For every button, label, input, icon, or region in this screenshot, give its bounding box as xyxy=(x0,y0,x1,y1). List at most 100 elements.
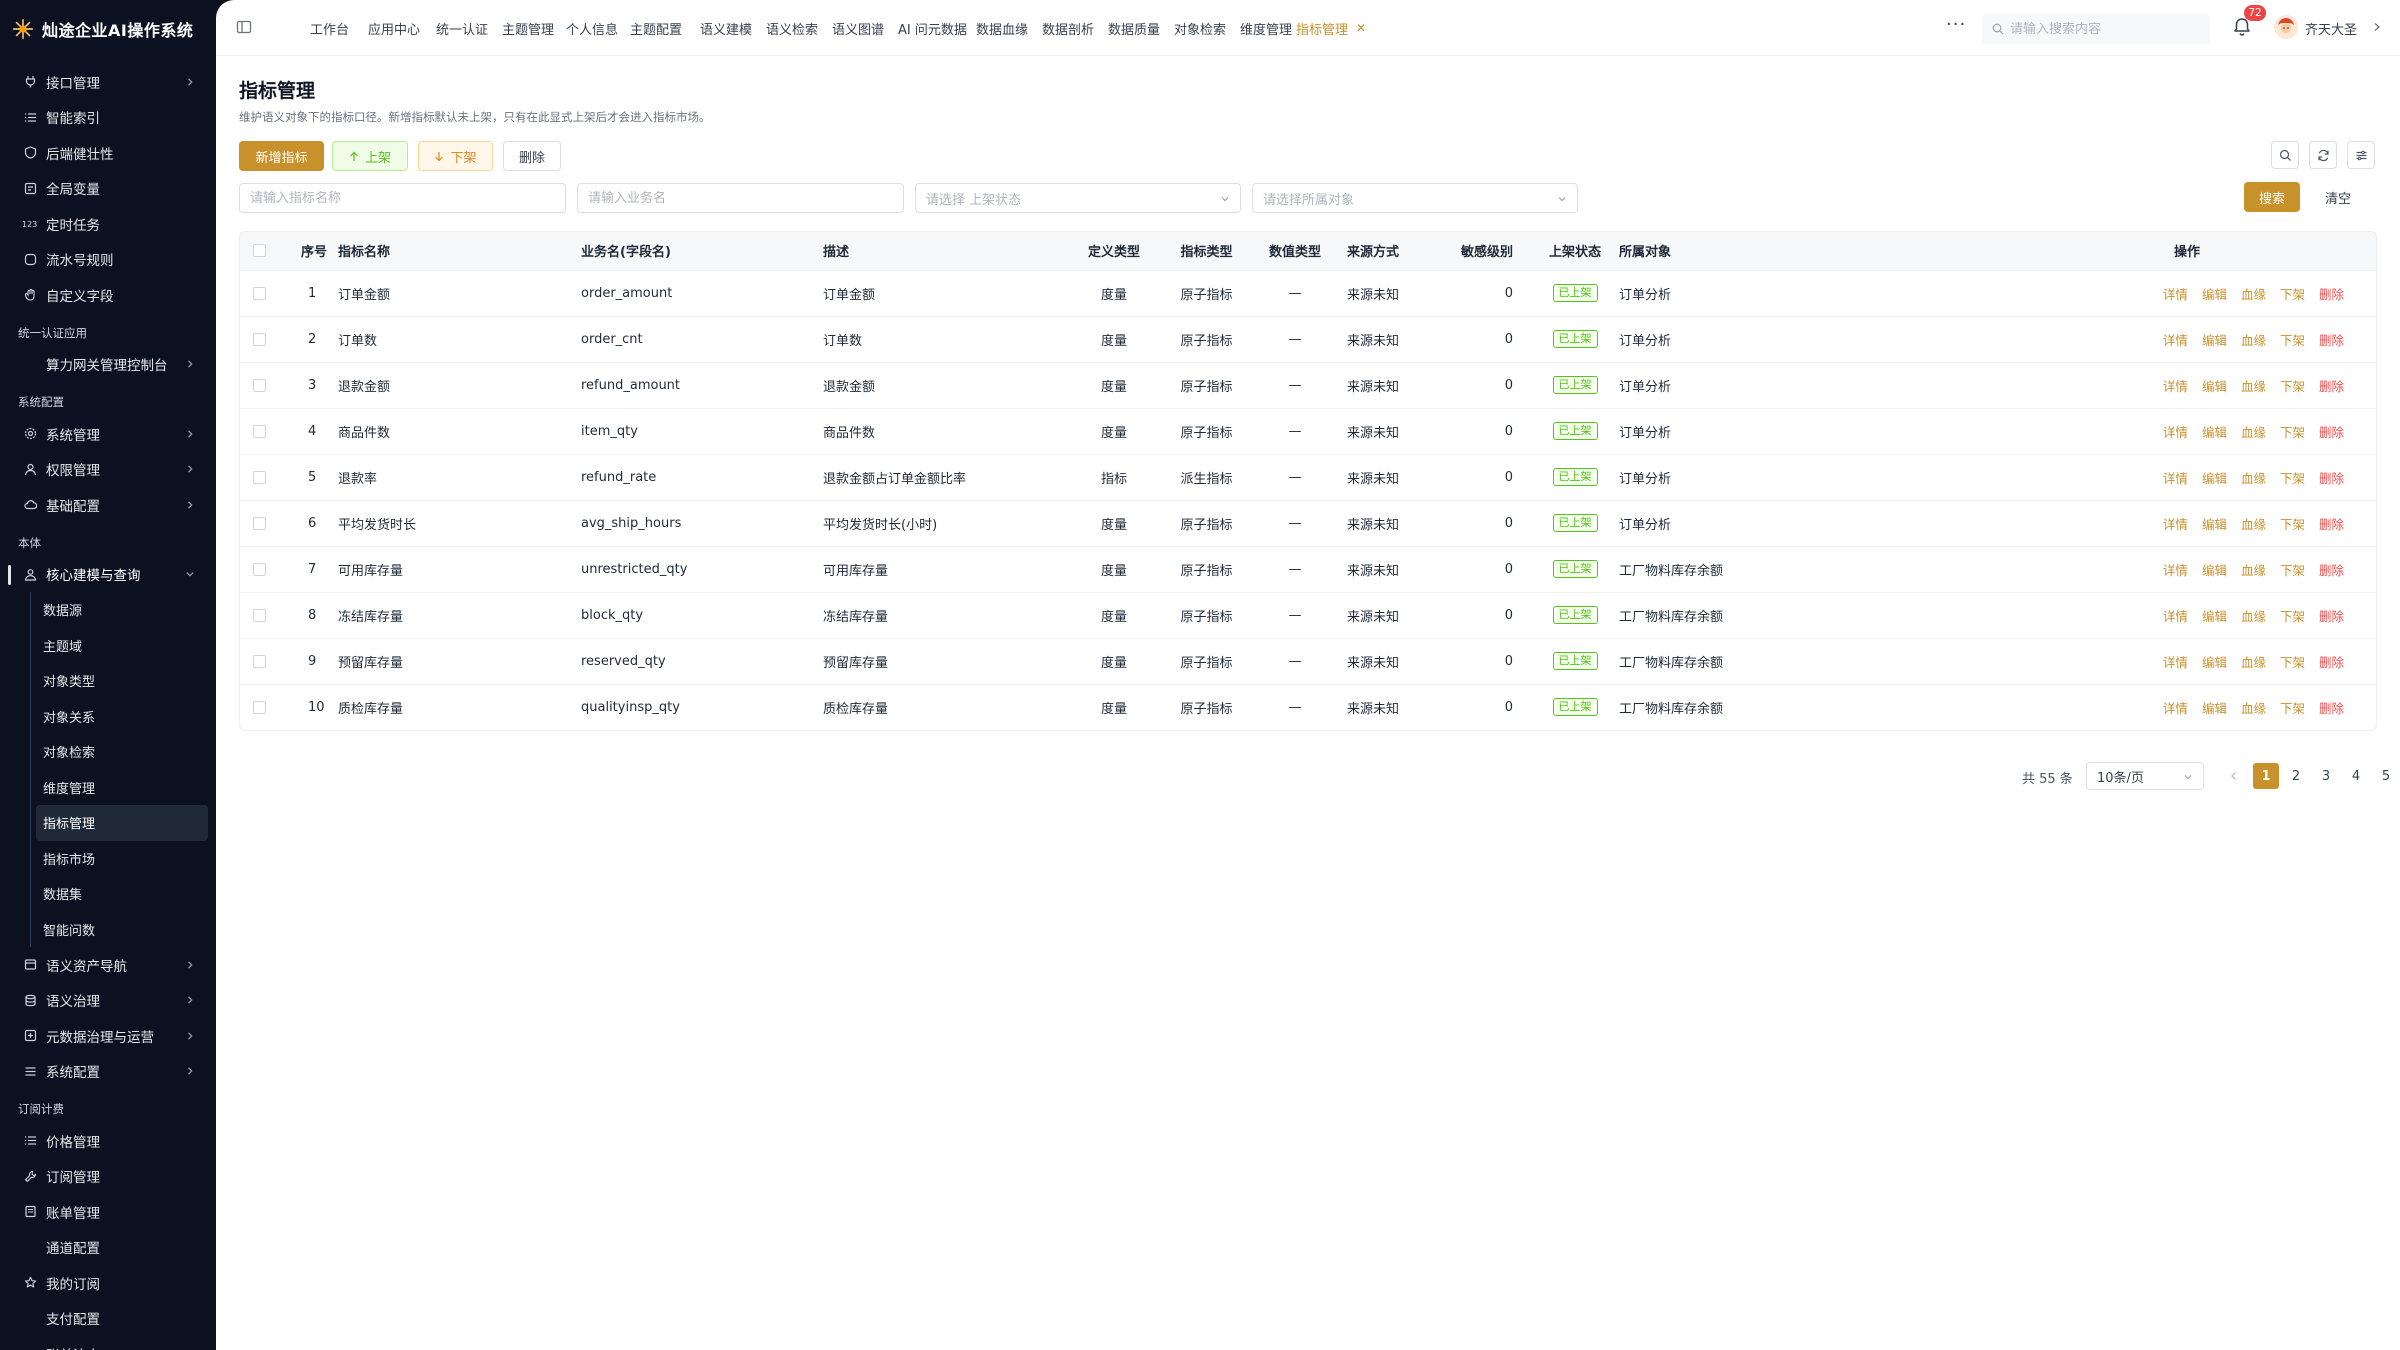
lineage-link[interactable]: 血缘 xyxy=(2241,701,2266,716)
sidebar-item[interactable]: 账单管理 xyxy=(0,1194,216,1230)
sidebar-item[interactable]: 后端健壮性 xyxy=(0,135,216,171)
unpublish-button[interactable]: 下架 xyxy=(418,141,493,171)
lineage-link[interactable]: 血缘 xyxy=(2241,287,2266,302)
unpublish-link[interactable]: 下架 xyxy=(2280,379,2305,394)
clear-button[interactable]: 清空 xyxy=(2310,182,2366,212)
detail-link[interactable]: 详情 xyxy=(2163,517,2188,532)
username[interactable]: 齐天大圣 xyxy=(2305,19,2357,38)
sidebar-subitem[interactable]: 对象检索 xyxy=(36,734,208,770)
sidebar-item[interactable]: 全局变量 xyxy=(0,171,216,207)
edit-link[interactable]: 编辑 xyxy=(2202,333,2227,348)
lineage-link[interactable]: 血缘 xyxy=(2241,655,2266,670)
biz-name-input[interactable] xyxy=(588,190,903,206)
delete-button[interactable]: 删除 xyxy=(503,141,561,171)
edit-link[interactable]: 编辑 xyxy=(2202,609,2227,624)
refresh-button[interactable] xyxy=(2309,141,2337,169)
nav-tab[interactable]: 指标管理 ✕ xyxy=(1296,0,1366,56)
delete-link[interactable]: 删除 xyxy=(2319,701,2344,716)
brand[interactable]: 灿途企业AI操作系统 xyxy=(12,16,193,42)
sidebar-subitem[interactable]: 智能问数 xyxy=(36,912,208,948)
row-checkbox[interactable] xyxy=(252,516,266,530)
unpublish-link[interactable]: 下架 xyxy=(2280,701,2305,716)
detail-link[interactable]: 详情 xyxy=(2163,471,2188,486)
sidebar-item[interactable]: 流水号规则 xyxy=(0,242,216,278)
sidebar-subitem[interactable]: 主题域 xyxy=(36,628,208,664)
delete-link[interactable]: 删除 xyxy=(2319,517,2344,532)
lineage-link[interactable]: 血缘 xyxy=(2241,609,2266,624)
page-number-button[interactable]: 2 xyxy=(2283,763,2309,789)
select-all-checkbox[interactable] xyxy=(252,244,266,258)
lineage-link[interactable]: 血缘 xyxy=(2241,333,2266,348)
nav-tab[interactable]: 语义建模 xyxy=(700,0,752,56)
row-checkbox[interactable] xyxy=(252,424,266,438)
row-checkbox[interactable] xyxy=(252,378,266,392)
nav-tab[interactable]: 对象检索 xyxy=(1174,0,1226,56)
close-icon[interactable]: ✕ xyxy=(1356,21,1366,35)
metric-name-input[interactable] xyxy=(250,190,565,206)
sidebar-item[interactable]: 语义治理 xyxy=(0,983,216,1019)
nav-tab[interactable]: 主题管理 xyxy=(502,0,554,56)
prev-page-button[interactable] xyxy=(2221,763,2247,789)
edit-link[interactable]: 编辑 xyxy=(2202,517,2227,532)
edit-link[interactable]: 编辑 xyxy=(2202,655,2227,670)
nav-tab[interactable]: 语义检索 xyxy=(766,0,818,56)
nav-tab[interactable]: 数据剖析 xyxy=(1042,0,1094,56)
sidebar-item[interactable]: 智能索引 xyxy=(0,100,216,136)
delete-link[interactable]: 删除 xyxy=(2319,379,2344,394)
edit-link[interactable]: 编辑 xyxy=(2202,563,2227,578)
row-checkbox[interactable] xyxy=(252,332,266,346)
detail-link[interactable]: 详情 xyxy=(2163,287,2188,302)
sidebar-subitem[interactable]: 维度管理 xyxy=(36,770,208,806)
lineage-link[interactable]: 血缘 xyxy=(2241,563,2266,578)
nav-tab[interactable]: 个人信息 xyxy=(566,0,618,56)
nav-tab[interactable]: 维度管理 xyxy=(1240,0,1292,56)
page-number-button[interactable]: 5 xyxy=(2373,763,2399,789)
sidebar-item[interactable]: 通道配置 xyxy=(0,1230,216,1266)
lineage-link[interactable]: 血缘 xyxy=(2241,379,2266,394)
detail-link[interactable]: 详情 xyxy=(2163,379,2188,394)
detail-link[interactable]: 详情 xyxy=(2163,655,2188,670)
detail-link[interactable]: 详情 xyxy=(2163,333,2188,348)
sidebar-item[interactable]: 自定义字段 xyxy=(0,277,216,313)
sidebar-item[interactable]: 系统配置 xyxy=(0,1054,216,1090)
lineage-link[interactable]: 血缘 xyxy=(2241,517,2266,532)
page-number-button[interactable]: 1 xyxy=(2253,763,2279,789)
page-number-button[interactable]: 3 xyxy=(2313,763,2339,789)
nav-tab[interactable]: 工作台 xyxy=(310,0,349,56)
edit-link[interactable]: 编辑 xyxy=(2202,379,2227,394)
sidebar-item[interactable]: 123 定时任务 xyxy=(0,206,216,242)
sidebar-subitem[interactable]: 数据源 xyxy=(36,592,208,628)
sidebar-item[interactable]: 核心建模与查询 xyxy=(0,557,216,593)
biz-name-filter[interactable] xyxy=(577,183,904,213)
toggle-search-button[interactable] xyxy=(2271,141,2299,169)
unpublish-link[interactable]: 下架 xyxy=(2280,609,2305,624)
sidebar-subitem[interactable]: 指标管理 xyxy=(36,805,208,841)
unpublish-link[interactable]: 下架 xyxy=(2280,287,2305,302)
row-checkbox[interactable] xyxy=(252,286,266,300)
delete-link[interactable]: 删除 xyxy=(2319,471,2344,486)
publish-button[interactable]: 上架 xyxy=(332,141,408,171)
unpublish-link[interactable]: 下架 xyxy=(2280,563,2305,578)
nav-tab[interactable]: 统一认证 xyxy=(436,0,488,56)
row-checkbox[interactable] xyxy=(252,562,266,576)
delete-link[interactable]: 删除 xyxy=(2319,609,2344,624)
status-select[interactable]: 请选择 上架状态 xyxy=(915,183,1241,213)
detail-link[interactable]: 详情 xyxy=(2163,425,2188,440)
add-metric-button[interactable]: 新增指标 xyxy=(239,141,324,171)
sidebar-item[interactable]: 语义资产导航 xyxy=(0,947,216,983)
unpublish-link[interactable]: 下架 xyxy=(2280,517,2305,532)
delete-link[interactable]: 删除 xyxy=(2319,287,2344,302)
edit-link[interactable]: 编辑 xyxy=(2202,287,2227,302)
sidebar-item[interactable]: 算力网关管理控制台 xyxy=(0,347,216,383)
sidebar-subitem[interactable]: 对象类型 xyxy=(36,663,208,699)
edit-link[interactable]: 编辑 xyxy=(2202,471,2227,486)
sidebar-item[interactable]: 订阅管理 xyxy=(0,1159,216,1195)
detail-link[interactable]: 详情 xyxy=(2163,563,2188,578)
sidebar-item[interactable]: 我的订阅 xyxy=(0,1265,216,1301)
sidebar-item[interactable]: 价格管理 xyxy=(0,1123,216,1159)
sidebar-item[interactable]: 元数据治理与运营 xyxy=(0,1018,216,1054)
sidebar-item[interactable]: 接口管理 xyxy=(0,64,216,100)
nav-tab[interactable]: 应用中心 xyxy=(368,0,420,56)
chevron-right-icon[interactable] xyxy=(2372,22,2382,32)
object-select[interactable]: 请选择所属对象 xyxy=(1252,183,1578,213)
